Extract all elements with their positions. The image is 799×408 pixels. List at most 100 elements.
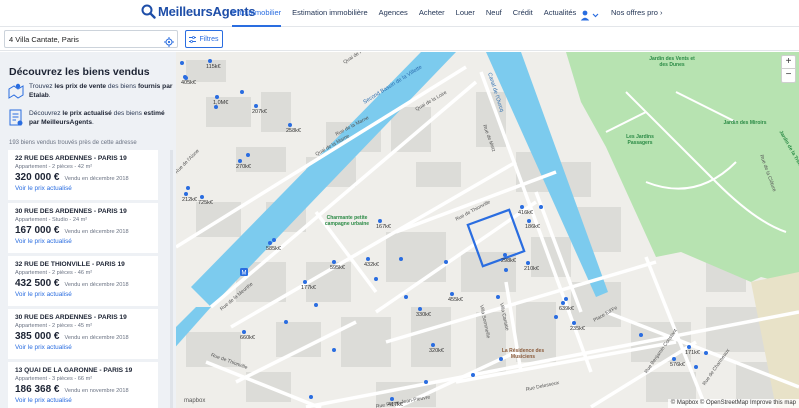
listing-card[interactable]: 32 RUE DE THIONVILLE - PARIS 19 Apparteme…: [8, 256, 158, 306]
sale-marker-dot[interactable]: [527, 219, 531, 223]
sale-marker-dot[interactable]: [254, 104, 258, 108]
listing-description: Appartement - 2 pièces - 42 m²: [15, 164, 93, 170]
result-count: 193 biens vendus trouvés près de cette a…: [9, 140, 137, 146]
sale-marker-dot[interactable]: [687, 345, 691, 349]
nav-estimation[interactable]: Estimation immobilière: [292, 0, 367, 27]
listing-card[interactable]: 30 RUE DES ARDENNES - PARIS 19 Appartemen…: [8, 203, 158, 253]
listing-price-update-link[interactable]: Voir le prix actualisé: [15, 397, 151, 404]
sale-price-label[interactable]: 595k€: [330, 265, 345, 271]
sale-price-label[interactable]: 320k€: [429, 348, 444, 354]
map-attribution[interactable]: © Mapbox © OpenStreetMap Improve this ma…: [667, 399, 799, 408]
sale-marker-dot[interactable]: [184, 192, 188, 196]
listing-price-update-link[interactable]: Voir le prix actualisé: [15, 185, 151, 192]
listing-date: Vendu en décembre 2018: [64, 176, 129, 182]
sale-marker-dot[interactable]: [418, 307, 422, 311]
sale-marker-dot[interactable]: [366, 257, 370, 261]
mapbox-logo: mapbox: [184, 398, 205, 404]
sale-marker-dot[interactable]: [268, 241, 272, 245]
sidebar-title: Découvrez les biens vendus: [9, 66, 150, 78]
sale-marker-dot[interactable]: [520, 205, 524, 209]
listing-price-update-link[interactable]: Voir le prix actualisé: [15, 238, 151, 245]
sale-price-label[interactable]: 212k€: [182, 197, 197, 203]
zoom-out-button[interactable]: −: [781, 69, 796, 83]
document-estimate-icon: [8, 109, 24, 127]
listing-price-update-link[interactable]: Voir le prix actualisé: [15, 344, 151, 351]
nav-prix-immobilier[interactable]: Prix immobilier: [232, 0, 282, 27]
sale-price-label[interactable]: 585k€: [266, 246, 281, 252]
info-etalab: Trouvez les prix de vente des biens four…: [8, 82, 173, 100]
sale-price-label[interactable]: 417k€: [388, 402, 403, 408]
sale-price-label[interactable]: 455k€: [448, 297, 463, 303]
sale-marker-dot[interactable]: [332, 260, 336, 264]
sale-price-label[interactable]: 207k€: [252, 109, 267, 115]
listing-address: 13 QUAI DE LA GARONNE - PARIS 19: [15, 367, 133, 374]
search-bar: Filtres: [0, 27, 799, 51]
listing-price: 320 000 €: [15, 172, 60, 183]
nav-louer[interactable]: Louer: [456, 0, 475, 27]
sale-price-label[interactable]: 270k€: [236, 164, 251, 170]
sale-marker-dot[interactable]: [215, 95, 219, 99]
sale-price-label[interactable]: 235k€: [570, 326, 585, 332]
sale-price-label[interactable]: 416k€: [518, 210, 533, 216]
sale-price-label[interactable]: 1,0M€: [213, 100, 228, 106]
listing-card[interactable]: 13 QUAI DE LA GARONNE - PARIS 19 Appartem…: [8, 362, 158, 408]
listing-description: Appartement - 3 pièces - 66 m²: [15, 376, 93, 382]
sale-price-label[interactable]: 115k€: [206, 64, 221, 70]
sale-price-label[interactable]: 186k€: [525, 224, 540, 230]
sale-price-label[interactable]: 725k€: [198, 200, 213, 206]
station-marker[interactable]: M: [240, 268, 248, 277]
listing-date: Vendu en décembre 2018: [64, 282, 129, 288]
user-menu-button[interactable]: [580, 8, 600, 21]
listing-card[interactable]: 22 RUE DES ARDENNES - PARIS 19 Appartemen…: [8, 150, 158, 200]
nav-actualites[interactable]: Actualités: [544, 0, 577, 27]
sale-marker-dot[interactable]: [238, 159, 242, 163]
sale-marker-dot[interactable]: [561, 301, 565, 305]
sale-marker-dot[interactable]: [288, 123, 292, 127]
poi-label: Jardin des Miroirs: [723, 120, 767, 126]
nav-credit[interactable]: Crédit: [513, 0, 533, 27]
sale-price-label[interactable]: 405k€: [181, 80, 196, 86]
sale-price-label[interactable]: 258k€: [286, 128, 301, 134]
sale-marker-dot[interactable]: [431, 343, 435, 347]
nav-neuf[interactable]: Neuf: [486, 0, 502, 27]
sale-price-label[interactable]: 660k€: [240, 335, 255, 341]
sale-price-label[interactable]: 298k€: [501, 258, 516, 264]
address-search-box: [4, 30, 178, 48]
sale-price-label[interactable]: 177k€: [301, 285, 316, 291]
svg-text:M: M: [242, 271, 247, 277]
sale-marker-dot[interactable]: [572, 321, 576, 325]
sale-price-label[interactable]: 171k€: [685, 350, 700, 356]
sale-price-label[interactable]: 210k€: [524, 266, 539, 272]
filters-button[interactable]: Filtres: [185, 30, 223, 48]
sidebar-scrollbar[interactable]: [170, 150, 173, 408]
sale-marker-dot[interactable]: [242, 330, 246, 334]
nav-agences[interactable]: Agences: [379, 0, 408, 27]
sale-price-label[interactable]: 576k€: [670, 362, 685, 368]
listing-price-update-link[interactable]: Voir le prix actualisé: [15, 291, 151, 298]
address-search-input[interactable]: [9, 31, 159, 47]
sale-marker-dot[interactable]: [200, 195, 204, 199]
sales-map[interactable]: M mapbox Quai de l'OiseSecond Bassin de …: [176, 52, 799, 408]
sale-marker-dot[interactable]: [208, 59, 212, 63]
sale-price-label[interactable]: 330k€: [416, 312, 431, 318]
sale-price-label[interactable]: 432k€: [364, 262, 379, 268]
listing-description: Appartement - 2 pièces - 46 m²: [15, 270, 93, 276]
sale-price-label[interactable]: 167k€: [376, 224, 391, 230]
sale-marker-dot[interactable]: [378, 219, 382, 223]
zoom-in-button[interactable]: +: [781, 55, 796, 69]
top-header: MeilleursAgents Prix immobilier Estimati…: [0, 0, 799, 27]
results-sidebar: Découvrez les biens vendus Trouvez les p…: [0, 52, 176, 408]
sale-marker-dot[interactable]: [672, 357, 676, 361]
sale-marker-dot[interactable]: [303, 280, 307, 284]
listing-price: 432 500 €: [15, 278, 60, 289]
locate-icon[interactable]: [164, 34, 174, 47]
sale-marker-dot[interactable]: [503, 253, 507, 257]
pro-offers-link[interactable]: Nos offres pro ›: [611, 0, 663, 26]
listing-card[interactable]: 30 RUE DES ARDENNES - PARIS 19 Appartemen…: [8, 309, 158, 359]
sale-price-label[interactable]: 639k€: [559, 306, 574, 312]
logo-magnifier-icon: [141, 4, 156, 19]
map-canvas[interactable]: M mapbox: [176, 52, 799, 408]
nav-acheter[interactable]: Acheter: [419, 0, 445, 27]
sale-marker-dot[interactable]: [450, 292, 454, 296]
sale-marker-dot[interactable]: [526, 261, 530, 265]
